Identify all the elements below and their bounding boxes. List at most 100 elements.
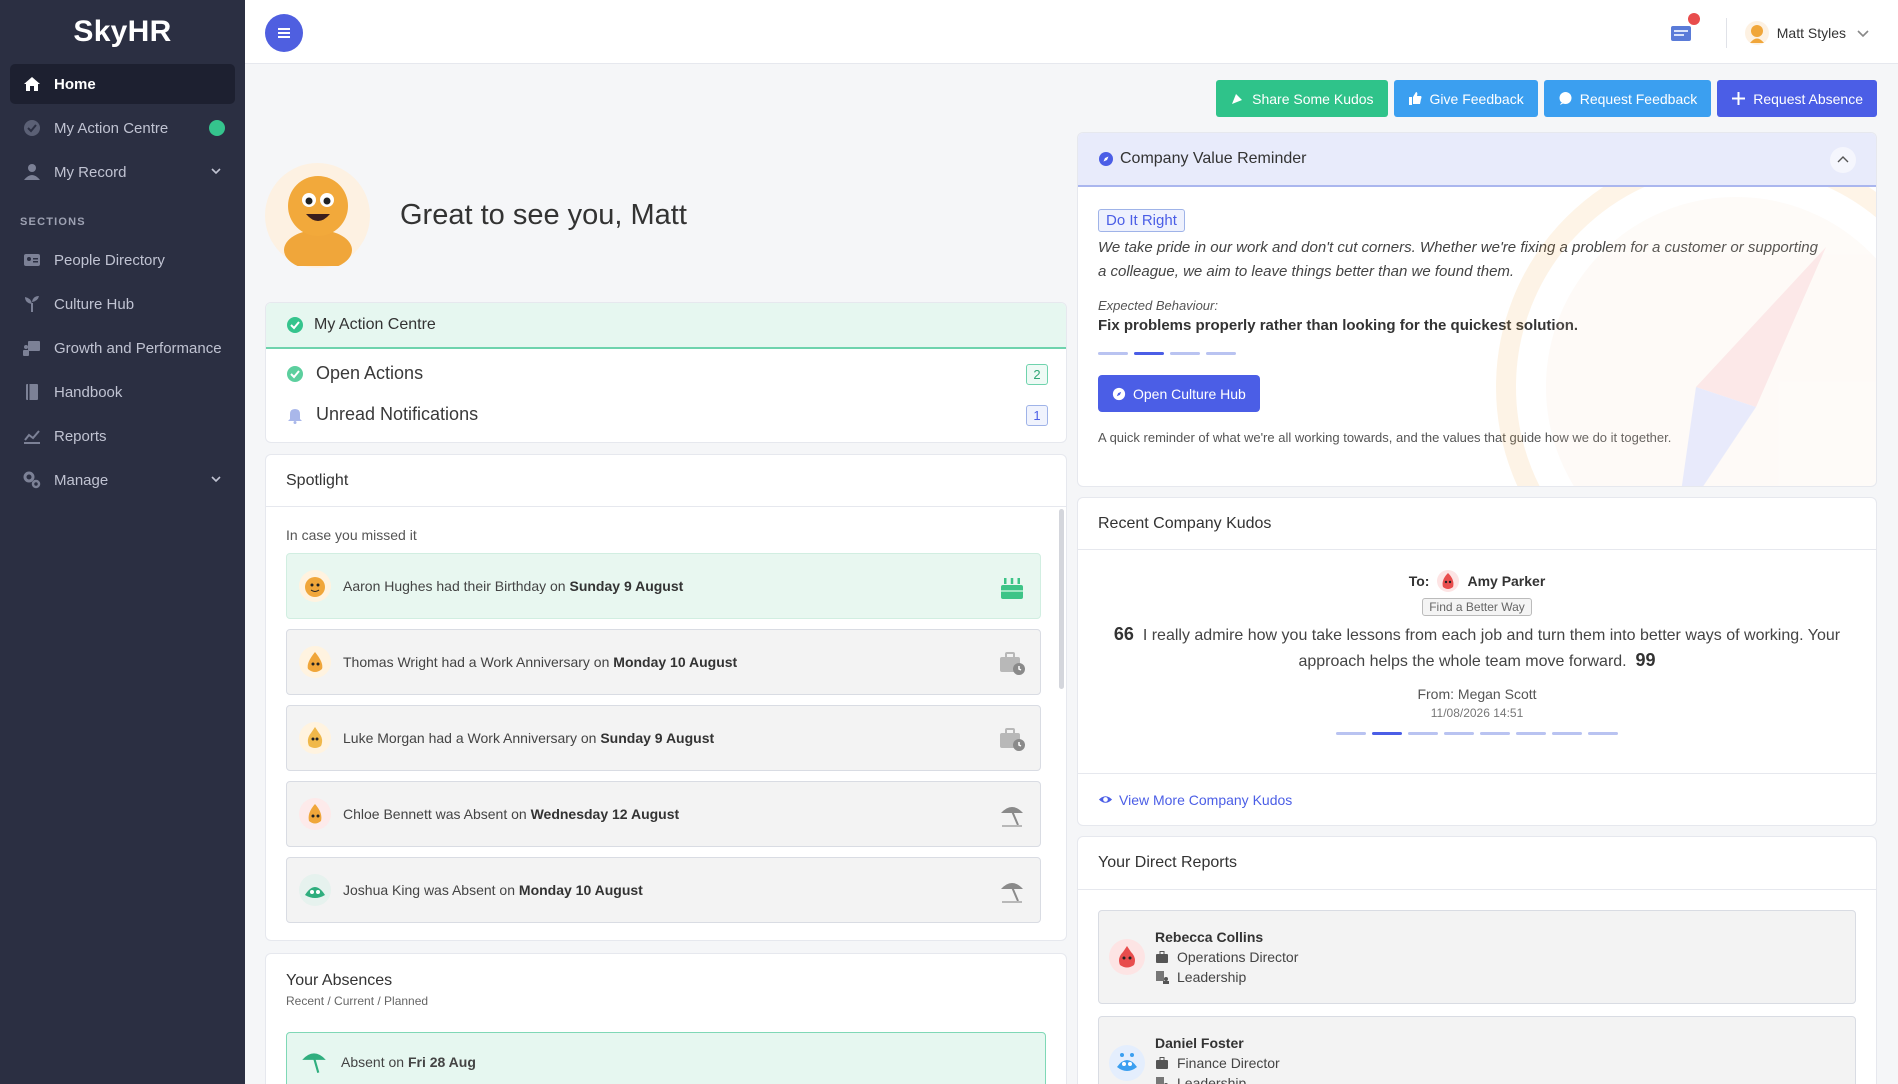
check-circle-icon — [287, 317, 303, 333]
notification-badge — [1687, 13, 1700, 25]
open-actions-count: 2 — [1026, 364, 1048, 385]
request-absence-label: Request Absence — [1753, 90, 1863, 107]
action-centre-header: My Action Centre — [266, 303, 1066, 349]
chevron-down-icon[interactable] — [1856, 26, 1870, 40]
sidebar-item-culture-hub[interactable]: Culture Hub — [10, 284, 235, 324]
carousel-dot[interactable] — [1516, 732, 1546, 735]
share-kudos-label: Share Some Kudos — [1252, 90, 1374, 107]
sidebar-item-growth-performance[interactable]: Growth and Performance — [10, 328, 235, 368]
kudos-message-text: I really admire how you take lessons fro… — [1142, 627, 1841, 670]
brand-logo[interactable]: SkyHR — [0, 0, 245, 64]
beach-umbrella-icon — [1001, 883, 1023, 903]
value-description: We take pride in our work and don't cut … — [1098, 239, 1818, 280]
team-icon — [1156, 971, 1169, 984]
spotlight-item-text: Joshua King was Absent on — [343, 882, 516, 898]
carousel-dot[interactable] — [1444, 732, 1474, 735]
carousel-dot[interactable] — [1480, 732, 1510, 735]
direct-reports-card: Your Direct Reports Rebecca Collins Oper… — [1077, 836, 1877, 1084]
carousel-dot[interactable] — [1336, 732, 1366, 735]
carousel-dot[interactable] — [1134, 352, 1164, 355]
sidebar-item-label: My Action Centre — [54, 119, 169, 137]
spotlight-card: Spotlight In case you missed it Aaron Hu… — [265, 454, 1067, 941]
compass-icon — [1112, 387, 1126, 400]
open-quote-icon: 66 — [1113, 624, 1134, 644]
list-item[interactable]: Absent on Fri 28 Aug — [286, 1032, 1046, 1084]
user-name[interactable]: Matt Styles — [1777, 25, 1846, 41]
carousel-dot[interactable] — [1170, 352, 1200, 355]
carousel-dot[interactable] — [1552, 732, 1582, 735]
action-centre-title: My Action Centre — [314, 316, 436, 333]
briefcase-icon — [1156, 1057, 1168, 1069]
list-item[interactable]: Rebecca Collins Operations Director Lead… — [1098, 910, 1856, 1004]
topbar: Matt Styles — [245, 0, 1898, 64]
collapse-button[interactable] — [1830, 147, 1856, 173]
presentation-icon — [22, 338, 42, 358]
report-role-text: Finance Director — [1177, 1055, 1280, 1071]
sidebar-item-people-directory[interactable]: People Directory — [10, 240, 235, 280]
avatar — [1109, 1045, 1145, 1081]
sidebar-item-handbook[interactable]: Handbook — [10, 372, 235, 412]
list-item[interactable]: Thomas Wright had a Work Anniversary on … — [286, 629, 1041, 695]
kudos-card: Recent Company Kudos To: Amy Parker Find… — [1077, 497, 1877, 826]
compass-icon — [1099, 152, 1113, 166]
sidebar-section-title: SECTIONS — [20, 216, 86, 228]
unread-notifications-row[interactable]: Unread Notifications 1 — [266, 394, 1066, 435]
beach-umbrella-icon — [1001, 807, 1023, 827]
spotlight-item-text: Luke Morgan had a Work Anniversary on — [343, 730, 597, 746]
carousel-dot[interactable] — [1372, 732, 1402, 735]
check-circle-icon — [287, 365, 303, 382]
value-tag: Do It Right — [1098, 209, 1185, 232]
chart-icon — [22, 426, 42, 446]
list-item[interactable]: Aaron Hughes had their Birthday on Sunda… — [286, 553, 1041, 619]
open-culture-hub-button[interactable]: Open Culture Hub — [1098, 375, 1260, 412]
absences-title: Your Absences — [286, 972, 393, 989]
list-item[interactable]: Joshua King was Absent on Monday 10 Augu… — [286, 857, 1041, 923]
sidebar-item-label: People Directory — [54, 251, 165, 269]
avatar — [299, 722, 331, 754]
view-more-kudos-link[interactable]: View More Company Kudos — [1078, 773, 1876, 825]
list-item[interactable]: Chloe Bennett was Absent on Wednesday 12… — [286, 781, 1041, 847]
kudos-value-tag: Find a Better Way — [1422, 598, 1532, 616]
sidebar-item-label: Home — [54, 75, 96, 93]
menu-toggle-button[interactable] — [265, 14, 303, 52]
carousel-dot[interactable] — [1408, 732, 1438, 735]
chevron-up-icon — [1837, 156, 1849, 163]
sidebar-item-action-centre[interactable]: My Action Centre — [10, 108, 235, 148]
request-feedback-label: Request Feedback — [1579, 90, 1698, 107]
avatar[interactable] — [1744, 21, 1769, 45]
list-item[interactable]: Luke Morgan had a Work Anniversary on Su… — [286, 705, 1041, 771]
sidebar-item-label: Manage — [54, 471, 109, 489]
kudos-recipient: To: Amy Parker — [1078, 570, 1876, 592]
kudos-recipient-name[interactable]: Amy Parker — [1467, 573, 1545, 589]
plant-icon — [22, 294, 42, 314]
request-absence-button[interactable]: Request Absence — [1717, 80, 1877, 117]
carousel-dot[interactable] — [1588, 732, 1618, 735]
direct-reports-title: Your Direct Reports — [1098, 854, 1238, 871]
sidebar-item-label: Handbook — [54, 383, 123, 401]
carousel-dot[interactable] — [1098, 352, 1128, 355]
spotlight-item-text: Chloe Bennett was Absent on — [343, 806, 527, 822]
carousel-dot[interactable] — [1206, 352, 1236, 355]
open-actions-row[interactable]: Open Actions 2 — [266, 353, 1066, 394]
thumbs-up-icon — [1408, 92, 1422, 105]
spotlight-item-date: Wednesday 12 August — [530, 806, 680, 822]
give-feedback-button[interactable]: Give Feedback — [1393, 80, 1538, 117]
sidebar-item-reports[interactable]: Reports — [10, 416, 235, 456]
bell-icon — [288, 408, 302, 424]
request-feedback-button[interactable]: Request Feedback — [1543, 80, 1712, 117]
briefcase-clock-icon — [1000, 652, 1025, 675]
report-name: Rebecca Collins — [1155, 929, 1264, 945]
sidebar-item-manage[interactable]: Manage — [10, 460, 235, 500]
chevron-down-icon — [211, 168, 221, 175]
notifications-button[interactable] — [1668, 13, 1700, 47]
share-kudos-button[interactable]: Share Some Kudos — [1216, 80, 1388, 117]
spotlight-title: Spotlight — [266, 455, 1066, 507]
spotlight-scrollbar[interactable] — [1059, 509, 1064, 689]
report-role-text: Operations Director — [1177, 949, 1299, 965]
beach-umbrella-icon — [302, 1053, 326, 1074]
sidebar-item-my-record[interactable]: My Record — [10, 152, 235, 192]
list-item[interactable]: Daniel Foster Finance Director Leadershi… — [1098, 1016, 1856, 1084]
greeting-section: Great to see you, Matt — [265, 163, 687, 268]
sidebar-item-home[interactable]: Home — [10, 64, 235, 104]
hamburger-icon — [278, 28, 290, 38]
